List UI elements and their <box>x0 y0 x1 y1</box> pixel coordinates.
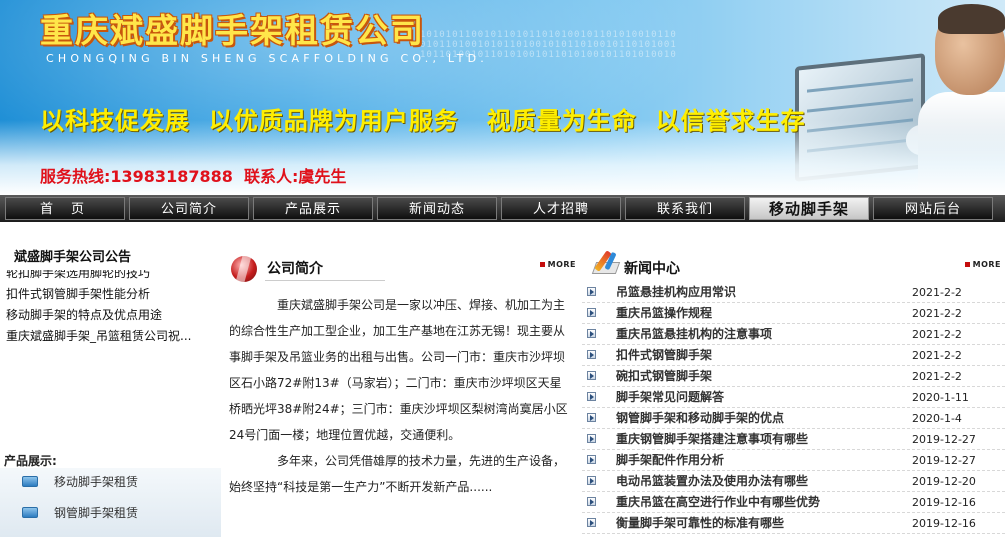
arrow-icon <box>587 518 596 527</box>
news-more-link[interactable]: MORE <box>964 260 1001 269</box>
news-item-date: 2021-2-2 <box>912 307 962 320</box>
arrow-icon <box>587 434 596 443</box>
news-item-date: 2020-1-4 <box>912 412 962 425</box>
nav-admin[interactable]: 网站后台 <box>873 197 993 220</box>
nav-news[interactable]: 新闻动态 <box>377 197 497 220</box>
news-item-date: 2021-2-2 <box>912 349 962 362</box>
news-row[interactable]: 重庆吊篮在高空进行作业中有哪些优势 2019-12-16 <box>582 492 1005 513</box>
news-row[interactable]: 重庆吊篮操作规程 2021-2-2 <box>582 303 1005 324</box>
news-item-date: 2021-2-2 <box>912 286 962 299</box>
news-item-title: 衡量脚手架可靠性的标准有哪些 <box>616 516 785 530</box>
arrow-icon <box>587 287 596 296</box>
news-item-date: 2021-2-2 <box>912 328 962 341</box>
news-row[interactable]: 电动吊篮装置办法及使用办法有哪些 2019-12-20 <box>582 471 1005 492</box>
news-item-date: 2019-12-16 <box>912 496 976 509</box>
news-item-title: 碗扣式钢管脚手架 <box>616 369 713 383</box>
company-intro-header: 公司简介 MORE <box>221 252 582 282</box>
company-intro-title: 公司简介 <box>267 261 323 277</box>
news-row[interactable]: 衡量脚手架可靠性的标准有哪些 2019-12-16 <box>582 513 1005 534</box>
notice-item[interactable]: 移动脚手架的特点及优点用途 <box>6 305 191 326</box>
nav-contact[interactable]: 联系我们 <box>625 197 745 220</box>
notice-title: 斌盛脚手架公司公告 <box>14 250 132 265</box>
company-intro-section: 公司简介 MORE 重庆斌盛脚手架公司是一家以冲压、焊接、机加工为主的综合性生产… <box>221 236 582 537</box>
left-column: 斌盛脚手架公司公告 轮扣脚手架选用脚轮的技巧 扣件式钢管脚手架性能分析 移动脚手… <box>0 236 221 537</box>
notice-scroller: 轮扣脚手架选用脚轮的技巧 扣件式钢管脚手架性能分析 移动脚手架的特点及优点用途 … <box>6 270 216 390</box>
company-intro-more-link[interactable]: MORE <box>539 260 576 269</box>
header-underline <box>265 280 385 281</box>
news-item-title: 重庆吊篮操作规程 <box>616 306 713 320</box>
arrow-icon <box>587 329 596 338</box>
news-item-title: 脚手架常见问题解答 <box>616 390 725 404</box>
news-item-date: 2021-2-2 <box>912 370 962 383</box>
product-label: 移动脚手架租赁 <box>54 475 139 489</box>
service-hotline: 服务热线:13983187888 联系人:虞先生 <box>40 167 347 186</box>
intro-paragraph: 重庆斌盛脚手架公司是一家以冲压、焊接、机加工为主的综合性生产加工型企业，加工生产… <box>229 298 568 442</box>
notice-item[interactable]: 重庆斌盛脚手架_吊篮租赁公司祝... <box>6 326 191 347</box>
news-row[interactable]: 重庆钢管脚手架搭建注意事项有哪些 2019-12-27 <box>582 429 1005 450</box>
product-icon <box>22 476 38 487</box>
news-row[interactable]: 吊篮悬挂机构应用常识 2021-2-2 <box>582 282 1005 303</box>
man-hair-graphic <box>938 4 1005 34</box>
news-item-title: 钢管脚手架和移动脚手架的优点 <box>616 411 785 425</box>
company-name: 重庆斌盛脚手架租赁公司 <box>40 11 425 50</box>
news-item-date: 2019-12-20 <box>912 475 976 488</box>
company-english-name: CHONGQING BIN SHENG SCAFFOLDING CO., LTD… <box>46 52 488 65</box>
nav-company-profile[interactable]: 公司简介 <box>129 197 249 220</box>
news-item-title: 电动吊篮装置办法及使用办法有哪些 <box>616 474 809 488</box>
product-item-mobile-scaffold[interactable]: 移动脚手架租赁 <box>22 473 138 490</box>
more-bullet-icon <box>964 262 970 267</box>
products-title: 产品展示: <box>4 454 57 468</box>
arrow-icon <box>587 455 596 464</box>
news-title: 新闻中心 <box>624 261 680 277</box>
more-label: MORE <box>547 260 576 269</box>
news-item-title: 脚手架配件作用分析 <box>616 453 725 467</box>
arrow-icon <box>587 350 596 359</box>
news-item-title: 重庆吊篮悬挂机构的注意事项 <box>616 327 773 341</box>
news-row[interactable]: 脚手架常见问题解答 2020-1-11 <box>582 387 1005 408</box>
product-label: 钢管脚手架租赁 <box>54 506 139 520</box>
nav-products[interactable]: 产品展示 <box>253 197 373 220</box>
arrow-icon <box>587 497 596 506</box>
news-item-date: 2019-12-27 <box>912 433 976 446</box>
nav-recruitment[interactable]: 人才招聘 <box>501 197 621 220</box>
news-item-date: 2020-1-11 <box>912 391 969 404</box>
arrow-icon <box>587 308 596 317</box>
notice-item[interactable]: 轮扣脚手架选用脚轮的技巧 <box>6 270 191 284</box>
more-label: MORE <box>972 260 1001 269</box>
arrow-icon <box>587 392 596 401</box>
intro-paragraph: 多年来，公司凭借雄厚的技术力量，先进的生产设备，始终坚持“科技是第一生产力”不断… <box>229 454 566 494</box>
notice-item[interactable]: 扣件式钢管脚手架性能分析 <box>6 284 191 305</box>
red-ball-icon <box>231 256 257 282</box>
news-row[interactable]: 扣件式钢管脚手架 2021-2-2 <box>582 345 1005 366</box>
news-item-title: 吊篮悬挂机构应用常识 <box>616 285 737 299</box>
arrow-icon <box>587 371 596 380</box>
news-row[interactable]: 脚手架配件作用分析 2019-12-27 <box>582 450 1005 471</box>
header-banner: 1010101100101101011010100101101010010110… <box>0 0 1005 195</box>
arrow-icon <box>587 476 596 485</box>
pen-and-book-icon <box>591 250 621 276</box>
news-item-title: 重庆吊篮在高空进行作业中有哪些优势 <box>616 495 821 509</box>
main-nav: 首页 公司简介 产品展示 新闻动态 人才招聘 联系我们 移动脚手架 网站后台 <box>0 195 1005 222</box>
news-item-date: 2019-12-16 <box>912 517 976 530</box>
news-row[interactable]: 钢管脚手架和移动脚手架的优点 2020-1-4 <box>582 408 1005 429</box>
news-item-date: 2019-12-27 <box>912 454 976 467</box>
nav-home[interactable]: 首页 <box>5 197 125 220</box>
product-item-steel-scaffold[interactable]: 钢管脚手架租赁 <box>22 504 138 521</box>
product-icon <box>22 507 38 518</box>
news-row[interactable]: 碗扣式钢管脚手架 2021-2-2 <box>582 366 1005 387</box>
slogan: 以科技促发展 以优质品牌为用户服务 视质量为生命 以信誉求生存 <box>40 107 806 135</box>
news-item-title: 扣件式钢管脚手架 <box>616 348 713 362</box>
nav-mobile-scaffold[interactable]: 移动脚手架 <box>749 197 869 220</box>
more-bullet-icon <box>539 262 545 267</box>
news-list: 吊篮悬挂机构应用常识 2021-2-2 重庆吊篮操作规程 2021-2-2 重庆吊篮… <box>582 282 1005 534</box>
news-item-title: 重庆钢管脚手架搭建注意事项有哪些 <box>616 432 809 446</box>
arrow-icon <box>587 413 596 422</box>
news-section: 新闻中心 MORE 吊篮悬挂机构应用常识 2021-2-2 重庆吊篮操作规程 202… <box>582 236 1005 537</box>
company-intro-text: 重庆斌盛脚手架公司是一家以冲压、焊接、机加工为主的综合性生产加工型企业，加工生产… <box>229 292 569 500</box>
news-row[interactable]: 重庆吊篮悬挂机构的注意事项 2021-2-2 <box>582 324 1005 345</box>
